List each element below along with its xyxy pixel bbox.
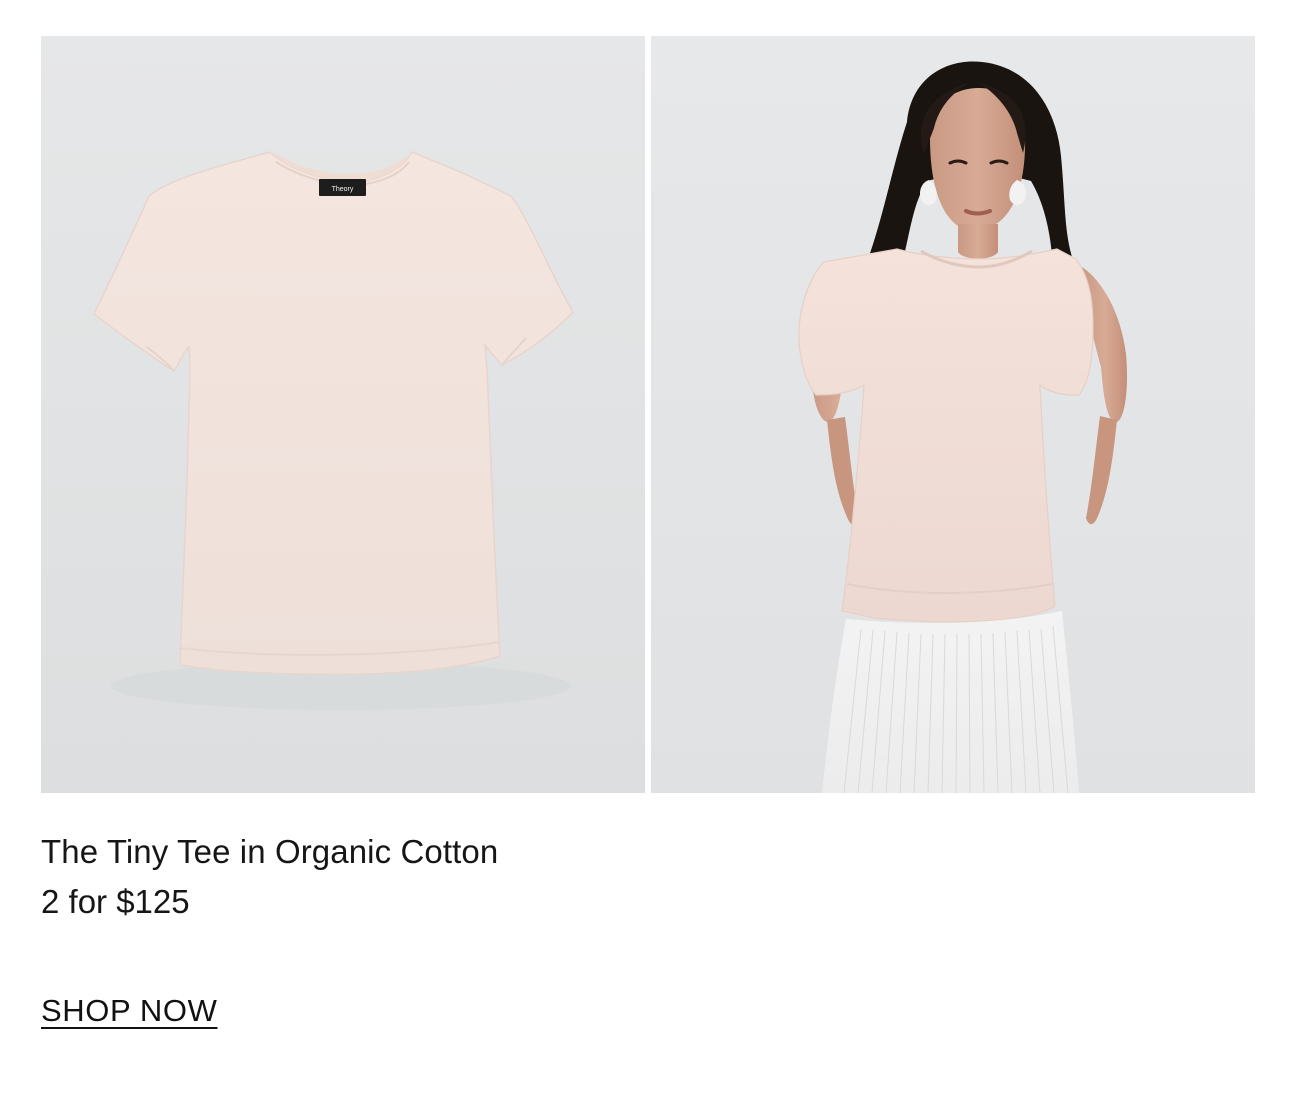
brand-tag-label: Theory xyxy=(332,186,354,193)
product-flatlay-image[interactable]: Theory xyxy=(41,36,645,793)
product-info: The Tiny Tee in Organic Cotton 2 for $12… xyxy=(41,830,741,924)
product-price: 2 for $125 xyxy=(41,883,190,920)
model-wearing-tee-image[interactable] xyxy=(651,36,1255,793)
flatlay-tee-illustration: Theory xyxy=(41,36,645,793)
product-gallery: Theory xyxy=(41,36,1255,793)
shop-now-link[interactable]: SHOP NOW xyxy=(41,990,217,1032)
product-title[interactable]: The Tiny Tee in Organic Cotton xyxy=(41,830,741,874)
model-illustration xyxy=(651,36,1255,793)
